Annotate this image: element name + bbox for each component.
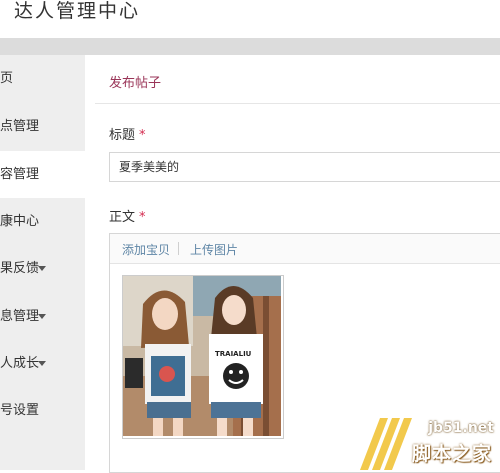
body-label-text: 正文: [109, 210, 136, 225]
photo-illustration: TRAIALIU: [123, 276, 281, 436]
editor-toolbar: 添加宝贝 上传图片: [110, 234, 500, 264]
chevron-down-icon: [38, 361, 46, 366]
sidebar-item-label: 点管理: [0, 119, 40, 134]
sidebar-item-label: 页: [0, 71, 14, 86]
toolbar-separator: [178, 242, 179, 255]
sidebar-item-messages[interactable]: 息管理: [0, 293, 85, 340]
sidebar-item-label: 人成长: [0, 356, 40, 371]
sidebar-item-label: 息管理: [0, 309, 40, 324]
add-item-button[interactable]: 添加宝贝: [122, 241, 170, 258]
chevron-down-icon: [38, 266, 46, 271]
sidebar-item-feedback[interactable]: 果反馈: [0, 245, 85, 292]
inserted-photo[interactable]: TRAIALIU: [122, 275, 284, 439]
watermark-text: 脚本之家: [411, 443, 492, 465]
sidebar-item-points[interactable]: 点管理: [0, 103, 85, 150]
title-input[interactable]: 夏季美美的: [109, 152, 500, 182]
header-nav-bar: [0, 38, 500, 55]
sidebar-item-label: 号设置: [0, 403, 40, 418]
app-title: 达人管理中心: [14, 0, 141, 22]
sidebar-item-label: 果反馈: [0, 261, 40, 276]
main-content: 发布帖子 标题 * 夏季美美的 正文 * 添加宝贝 上传图片 TRAIALIU: [85, 55, 500, 473]
app-header: 达人管理中心: [0, 0, 500, 38]
required-mark: *: [139, 210, 146, 225]
required-mark: *: [139, 128, 146, 143]
body-field-label: 正文 *: [109, 206, 146, 225]
sidebar-item-content[interactable]: 容管理: [0, 151, 85, 198]
title-label-text: 标题: [109, 128, 136, 143]
sidebar-item-account-settings[interactable]: 号设置: [0, 387, 85, 434]
upload-image-button[interactable]: 上传图片: [190, 241, 238, 258]
divider: [95, 103, 500, 104]
watermark: jb51.net 脚本之家: [360, 418, 498, 470]
sidebar-item-home[interactable]: 页: [0, 55, 85, 102]
watermark-url: jb51.net: [428, 420, 494, 436]
sidebar-item-growth[interactable]: 人成长: [0, 340, 85, 387]
chevron-down-icon: [38, 314, 46, 319]
sidebar-item-health[interactable]: 康中心: [0, 198, 85, 245]
page-title: 发布帖子: [109, 76, 162, 91]
sidebar-item-label: 康中心: [0, 214, 40, 229]
shirt-text: TRAIALIU: [215, 350, 252, 358]
sidebar: 页 点管理 容管理 康中心 果反馈 息管理 人成长 号设置: [0, 55, 85, 470]
title-field-label: 标题 *: [109, 124, 146, 143]
sidebar-item-label: 容管理: [0, 167, 40, 182]
